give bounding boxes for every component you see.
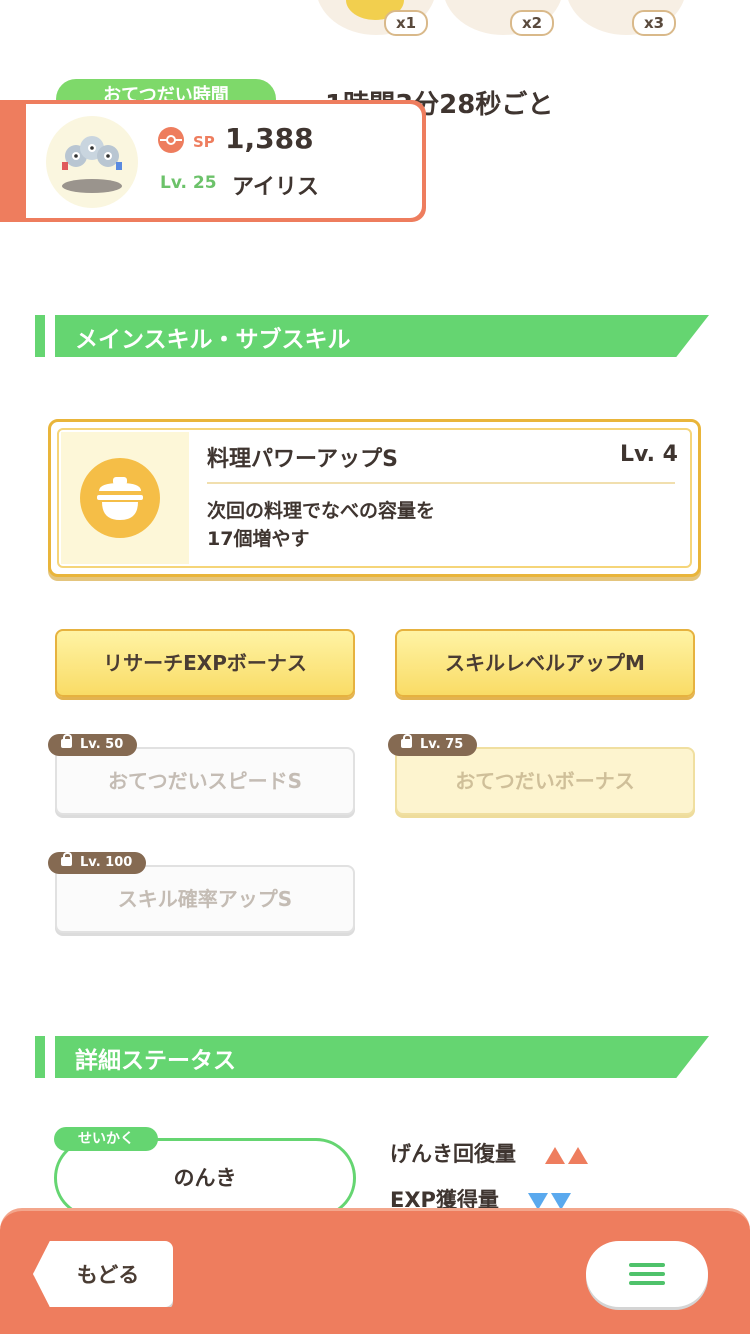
skills-section-title: メインスキル・サブスキル: [75, 327, 351, 353]
unlock-level-badge: Lv. 50: [48, 734, 138, 756]
pokeball-icon: [158, 127, 184, 153]
sub-skill-button-locked[interactable]: スキル確率アップS: [55, 865, 355, 933]
stat-up-label: げんき回復量: [390, 1142, 516, 1166]
stat-up-row: げんき回復量: [390, 1138, 591, 1168]
pokemon-avatar: [46, 116, 138, 208]
sub-skill-button-locked[interactable]: おてつだいボーナス: [395, 747, 695, 815]
unlock-level-text: Lv. 100: [80, 855, 133, 870]
ingredient-count-2: x2: [510, 10, 555, 36]
lock-icon: [61, 852, 72, 866]
main-skill-description-line-2: 17個増やす: [207, 528, 310, 550]
unlock-level-text: Lv. 50: [80, 737, 124, 752]
nature-value: のんき: [173, 1166, 237, 1190]
unlock-level-badge: Lv. 75: [388, 734, 478, 756]
main-skill-description: 次回の料理でなべの容量を 17個増やす: [207, 497, 627, 553]
up-arrow-icon: [545, 1146, 566, 1164]
sub-skill-button[interactable]: スキルレベルアップM: [395, 629, 695, 697]
unlock-level-badge: Lv. 100: [48, 852, 147, 874]
main-skill-level: Lv. 4: [620, 442, 678, 467]
skills-section-header: メインスキル・サブスキル: [35, 315, 709, 357]
main-skill-name: 料理パワーアップS: [207, 447, 398, 472]
sp-value: 1,388: [225, 122, 314, 155]
sub-skill-button[interactable]: リサーチEXPボーナス: [55, 629, 355, 697]
sp-label: SP: [193, 133, 215, 151]
menu-icon: [629, 1263, 665, 1267]
status-section-header: 詳細ステータス: [35, 1036, 709, 1078]
divider: [207, 482, 675, 484]
lock-icon: [401, 734, 412, 748]
sub-skill-button-locked[interactable]: おてつだいスピードS: [55, 747, 355, 815]
main-skill-description-line-1: 次回の料理でなべの容量を: [207, 500, 436, 522]
lock-icon: [61, 734, 72, 748]
menu-icon-line: [629, 1281, 665, 1285]
back-button-label: もどる: [76, 1263, 140, 1287]
down-arrow-icon: [528, 1192, 549, 1210]
ingredient-count-3: x3: [632, 10, 677, 36]
stat-up-arrows: [545, 1142, 591, 1166]
unlock-level-text: Lv. 75: [420, 737, 464, 752]
menu-button[interactable]: [586, 1241, 708, 1307]
status-section-title: 詳細ステータス: [75, 1048, 236, 1074]
section-marker: [35, 1036, 45, 1078]
pot-icon: [80, 458, 160, 538]
menu-icon-line: [629, 1272, 665, 1276]
ingredient-count-1: x1: [384, 10, 429, 36]
up-arrow-icon: [568, 1146, 589, 1164]
pokemon-name: アイリス: [232, 175, 319, 200]
pokemon-level: Lv. 25: [160, 173, 217, 193]
section-marker: [35, 315, 45, 357]
down-arrow-icon: [551, 1192, 572, 1210]
nature-tag: せいかく: [54, 1127, 158, 1151]
